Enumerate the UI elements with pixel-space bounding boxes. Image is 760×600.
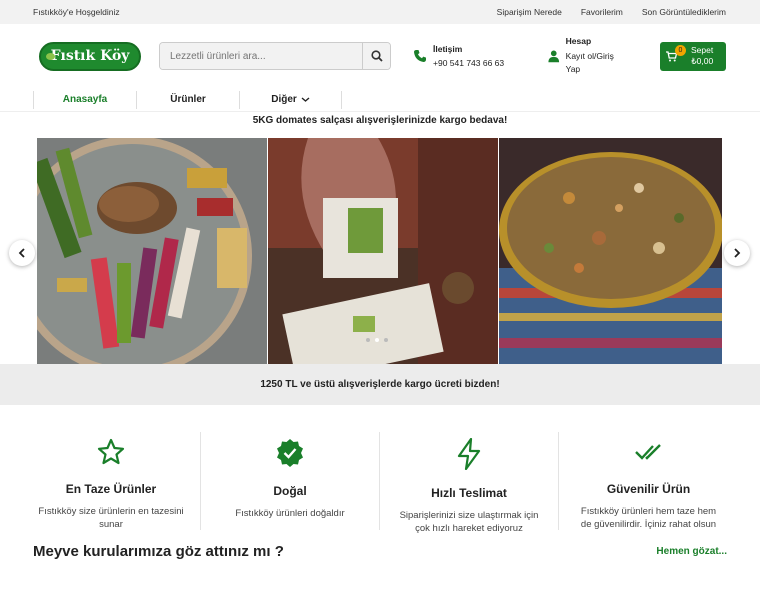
- lightning-icon: [457, 437, 481, 471]
- slider-dot[interactable]: [384, 338, 388, 342]
- logo-text: Fıstık Köy: [50, 48, 130, 64]
- cart-button[interactable]: 0 Sepet ₺0,00: [660, 41, 726, 71]
- nav-item-products[interactable]: Ürünler: [136, 90, 239, 109]
- chevron-right-icon: [734, 248, 741, 258]
- account-title: Hesap: [565, 36, 592, 46]
- slider-dots: [366, 338, 388, 342]
- nav-home-label: Anasayfa: [62, 94, 108, 105]
- feature-desc: Fıstıkköy size ürünlerin en tazesini sun…: [38, 506, 184, 530]
- recently-viewed-link[interactable]: Son Görüntülediklerim: [642, 7, 726, 17]
- feature-desc: Fıstıkköy ürünleri hem taze hem de güven…: [580, 506, 717, 530]
- feature-desc: Fıstıkköy ürünleri doğaldır: [235, 508, 345, 519]
- search-icon: [370, 50, 383, 62]
- contact-phone: +90 541 743 66 63: [433, 58, 505, 68]
- double-check-icon: [634, 444, 661, 460]
- main-nav: Anasayfa Ürünler Diğer: [0, 88, 760, 112]
- slide-baklava-tray[interactable]: [37, 138, 267, 364]
- contact-title: İletişim: [433, 44, 463, 54]
- site-header: Fıstık Köy İletişim +90 541 743 66 63 He…: [0, 24, 760, 88]
- slider-next-button[interactable]: [724, 240, 750, 266]
- favorites-link[interactable]: Favorilerim: [581, 7, 623, 17]
- slide-herbal-tea[interactable]: [499, 138, 722, 364]
- features-row: En Taze Ürünler Fıstıkköy size ürünlerin…: [0, 432, 760, 534]
- feature-title: Hızlı Teslimat: [431, 486, 507, 500]
- feature-reliable: Güvenilir Ürün Fıstıkköy ürünleri hem ta…: [559, 432, 738, 530]
- slider-prev-button[interactable]: [9, 240, 35, 266]
- browse-now-link[interactable]: Hemen gözat...: [656, 546, 727, 557]
- chevron-down-icon: [301, 97, 310, 102]
- feature-title: En Taze Ürünler: [65, 482, 157, 496]
- contact-block[interactable]: İletişim +90 541 743 66 63: [413, 44, 504, 68]
- nav-other-label: Diğer: [271, 94, 297, 105]
- slider-dot-active[interactable]: [375, 338, 379, 342]
- hero-slider: [0, 138, 760, 364]
- star-icon: [97, 438, 125, 465]
- top-links: Siparişim Nerede Favorilerim Son Görüntü…: [497, 7, 726, 17]
- account-login-link[interactable]: Kayıt ol/Giriş Yap: [566, 50, 623, 76]
- nav-item-other[interactable]: Diğer: [239, 90, 342, 109]
- search-box: [159, 42, 391, 70]
- feature-title: Güvenilir Ürün: [606, 482, 691, 496]
- section-title: Meyve kurularımıza göz attınız mı ?: [33, 543, 284, 560]
- slide-pistachio-dessert[interactable]: [268, 138, 498, 364]
- feature-fresh: En Taze Ürünler Fıstıkköy size ürünlerin…: [22, 432, 201, 530]
- account-block[interactable]: Hesap Kayıt ol/Giriş Yap: [548, 36, 623, 76]
- search-button[interactable]: [362, 43, 390, 69]
- dried-fruits-section-header: Meyve kurularımıza göz attınız mı ? Heme…: [0, 543, 760, 560]
- welcome-text: Fıstıkköy'e Hoşgeldiniz: [33, 7, 120, 17]
- search-input[interactable]: [160, 43, 362, 69]
- feature-fast-delivery: Hızlı Teslimat Siparişlerinizi size ulaş…: [380, 432, 559, 534]
- slider-dot[interactable]: [366, 338, 370, 342]
- nav-item-home[interactable]: Anasayfa: [33, 90, 136, 109]
- promo-banner-top: 5KG domates salçası alışverişlerinizde k…: [252, 115, 508, 126]
- feature-title: Doğal: [273, 484, 307, 498]
- nav-products-label: Ürünler: [170, 94, 206, 105]
- top-bar: Fıstıkköy'e Hoşgeldiniz Siparişim Nerede…: [0, 0, 760, 24]
- user-icon: [548, 50, 560, 63]
- cart-label: Sepet: [691, 45, 714, 55]
- cart-count-badge: 0: [675, 44, 686, 56]
- feature-desc: Siparişlerinizi size ulaştırmak için çok…: [399, 510, 539, 534]
- verified-badge-icon: [277, 439, 303, 467]
- phone-icon: [414, 50, 426, 62]
- feature-natural: Doğal Fıstıkköy ürünleri doğaldır: [201, 432, 380, 530]
- site-logo[interactable]: Fıstık Köy: [39, 41, 141, 71]
- free-shipping-bar: 1250 TL ve üstü alışverişlerde kargo ücr…: [0, 364, 760, 405]
- chevron-left-icon: [18, 248, 25, 258]
- cart-total: ₺0,00: [691, 56, 714, 66]
- order-tracking-link[interactable]: Siparişim Nerede: [497, 7, 562, 17]
